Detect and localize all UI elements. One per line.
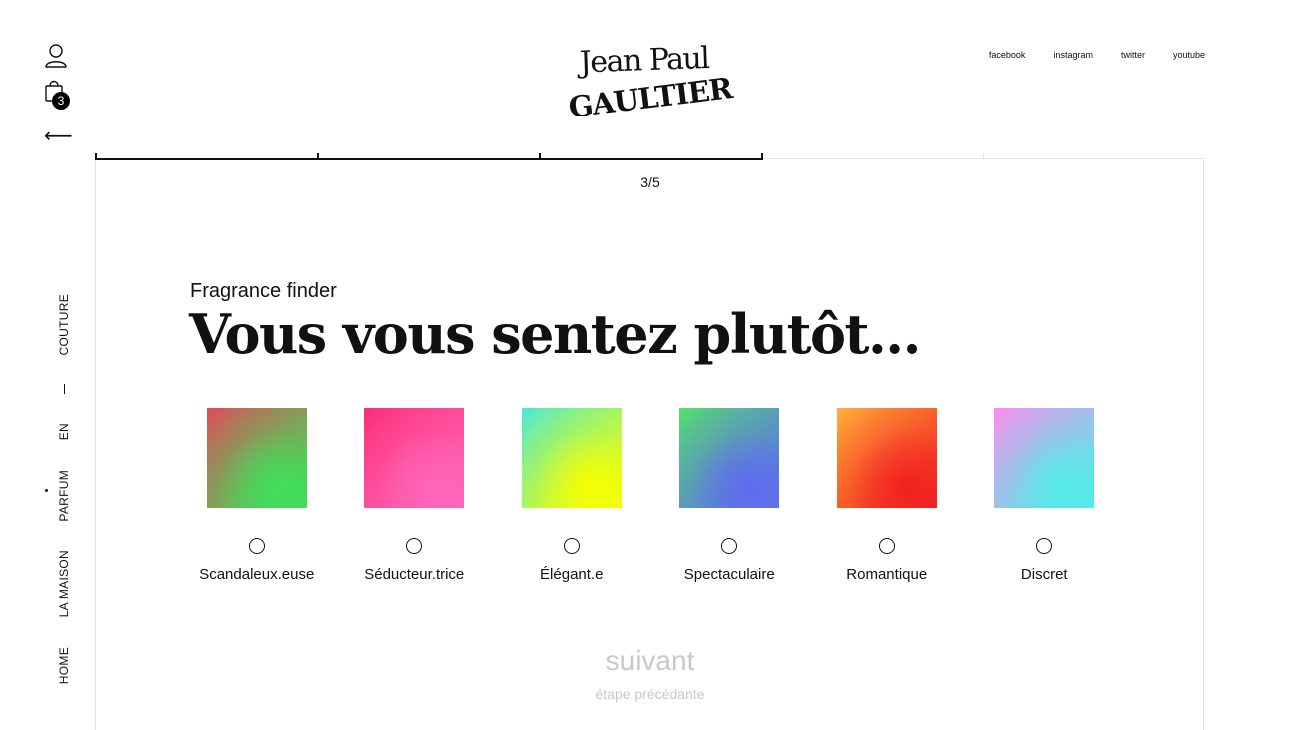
step-counter: 3/5 [640, 174, 660, 190]
option-label[interactable]: Discret [1021, 566, 1068, 583]
brand-logo[interactable]: Jean Paul GAULTIER [560, 38, 740, 125]
twitter-link[interactable]: twitter [1121, 50, 1145, 60]
option-label[interactable]: Séducteur.trice [364, 566, 464, 583]
option-elegant[interactable]: Élégant.e [493, 408, 651, 583]
facebook-link[interactable]: facebook [989, 50, 1026, 60]
previous-step-link[interactable]: étape précédante [550, 686, 750, 702]
youtube-link[interactable]: youtube [1173, 50, 1205, 60]
progress-segment [983, 158, 1205, 159]
active-nav-dot [45, 489, 48, 492]
progress-segment [95, 158, 317, 160]
option-label[interactable]: Scandaleux.euse [199, 566, 314, 583]
user-icon[interactable] [44, 43, 68, 68]
back-arrow-icon[interactable]: ⟵ [44, 126, 73, 146]
progress-segment [539, 158, 761, 160]
radio-button[interactable] [878, 538, 895, 554]
gradient-swatch-pink-icon[interactable] [364, 408, 465, 508]
gradient-swatch-cyan-icon[interactable] [994, 408, 1095, 508]
progress-tick [983, 153, 984, 160]
section-eyebrow: Fragrance finder [190, 280, 337, 302]
nav-item-la-maison[interactable]: LA MAISON [57, 550, 71, 617]
option-discret[interactable]: Discret [966, 408, 1124, 583]
progress-tick [95, 153, 97, 160]
social-links: facebook instagram twitter youtube [989, 50, 1205, 60]
progress-tick [317, 153, 319, 160]
gradient-swatch-red-orange-icon[interactable] [836, 408, 937, 508]
question-title: Vous vous sentez plutôt... [189, 302, 921, 366]
progress-tick [539, 153, 541, 160]
language-switch[interactable]: EN [57, 423, 71, 440]
radio-button[interactable] [1036, 538, 1053, 554]
next-button[interactable]: suivant [550, 645, 750, 677]
answer-options: Scandaleux.euse Séducteur.trice Élégant.… [178, 408, 1123, 583]
instagram-link[interactable]: instagram [1053, 50, 1093, 60]
radio-button[interactable] [248, 538, 265, 554]
option-label[interactable]: Élégant.e [540, 566, 603, 583]
logo-line-1: Jean Paul [576, 41, 710, 81]
option-label[interactable]: Romantique [846, 566, 927, 583]
progress-segment [761, 158, 983, 159]
nav-item-home[interactable]: HOME [57, 647, 71, 684]
radio-button[interactable] [563, 538, 580, 554]
radio-button[interactable] [721, 538, 738, 554]
option-scandaleux[interactable]: Scandaleux.euse [178, 408, 336, 583]
quiz-progress-bar [95, 153, 1205, 161]
progress-segment [317, 158, 539, 160]
radio-button[interactable] [406, 538, 423, 554]
content-frame-right [1203, 160, 1204, 730]
cart-count-badge: 3 [52, 92, 70, 110]
content-frame-left [95, 160, 96, 730]
option-seducteur[interactable]: Séducteur.trice [336, 408, 494, 583]
vertical-navigation: HOME LA MAISON PARFUM EN COUTURE [50, 294, 78, 684]
option-label[interactable]: Spectaculaire [684, 566, 775, 583]
nav-divider [63, 384, 65, 395]
progress-tick [761, 153, 763, 160]
gradient-swatch-red-green-icon[interactable] [206, 408, 307, 508]
nav-item-couture[interactable]: COUTURE [57, 294, 71, 355]
option-spectaculaire[interactable]: Spectaculaire [651, 408, 809, 583]
nav-item-parfum[interactable]: PARFUM [57, 470, 71, 522]
option-romantique[interactable]: Romantique [808, 408, 966, 583]
gradient-swatch-yellow-icon[interactable] [521, 408, 622, 508]
gradient-swatch-blue-icon[interactable] [679, 408, 780, 508]
